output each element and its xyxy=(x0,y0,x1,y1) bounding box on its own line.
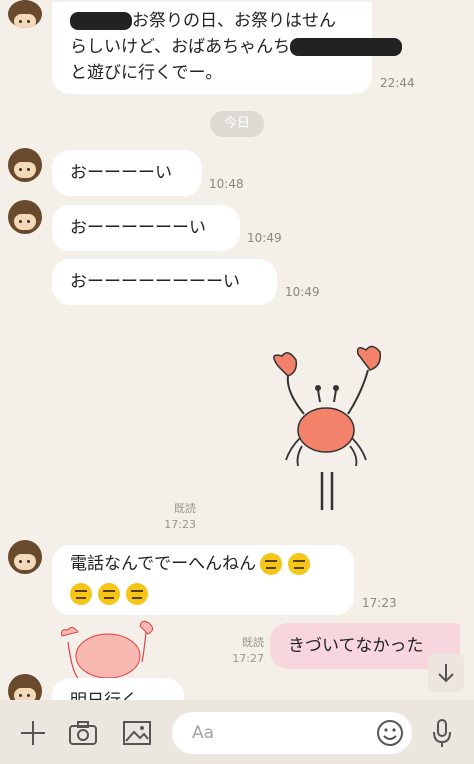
camera-button[interactable] xyxy=(64,714,102,752)
avatar[interactable] xyxy=(8,540,42,574)
message-bubble[interactable]: 電話なんででーへんねん xyxy=(52,545,354,615)
image-icon xyxy=(123,721,151,745)
message-time: 17:23 xyxy=(362,596,397,610)
message-time: 10:49 xyxy=(247,231,282,245)
read-status: 既読 17:23 xyxy=(164,502,196,531)
read-status: 既読 17:27 xyxy=(232,636,264,665)
expressionless-emoji-icon xyxy=(98,583,120,605)
avatar[interactable] xyxy=(8,200,42,234)
chat-area[interactable]: お祭りの日、お祭りはせん らしいけど、おばあちゃんち と遊びに行くでー。 22:… xyxy=(0,0,474,700)
message-time: 10:48 xyxy=(209,177,244,191)
expressionless-emoji-icon xyxy=(288,553,311,575)
message-bubble[interactable]: 明日行く xyxy=(52,678,184,700)
message-line: と遊びに行くでー。 xyxy=(70,63,223,83)
message-bubble[interactable]: お祭りの日、お祭りはせん らしいけど、おばあちゃんち と遊びに行くでー。 xyxy=(52,2,403,94)
emoji-button[interactable] xyxy=(372,714,408,752)
camera-icon xyxy=(69,721,97,745)
message-bubble[interactable]: おーーーーーーーーい xyxy=(52,259,277,305)
expressionless-emoji-icon xyxy=(126,583,148,605)
crab-sticker[interactable] xyxy=(262,342,392,514)
redacted-block xyxy=(70,12,132,30)
message-line xyxy=(70,581,336,607)
microphone-icon xyxy=(433,719,451,747)
message-time: 10:49 xyxy=(285,285,320,299)
message-time: 22:44 xyxy=(380,76,415,90)
expressionless-emoji-icon xyxy=(70,583,92,605)
avatar[interactable] xyxy=(8,674,42,700)
plus-icon xyxy=(21,721,45,745)
crab-doodle-icon xyxy=(61,620,154,679)
avatar[interactable] xyxy=(8,0,42,28)
plus-button[interactable] xyxy=(14,714,52,752)
message-line: 電話なんででーへんねん xyxy=(70,551,336,577)
avatar[interactable] xyxy=(8,148,42,182)
redacted-block xyxy=(290,38,403,56)
message-bubble[interactable]: おーーーーい xyxy=(52,150,202,196)
message-line: お祭りの日、お祭りはせん xyxy=(70,8,354,34)
date-divider: 今日 xyxy=(210,111,264,137)
microphone-button[interactable] xyxy=(424,714,460,752)
emoji-icon xyxy=(377,720,403,746)
message-bubble[interactable]: おーーーーーーい xyxy=(52,205,240,251)
scroll-to-bottom-button[interactable] xyxy=(428,654,464,692)
expressionless-emoji-icon xyxy=(260,553,283,575)
image-button[interactable] xyxy=(118,714,156,752)
arrow-down-icon xyxy=(438,664,454,683)
message-line: らしいけど、おばあちゃんち xyxy=(70,34,403,60)
